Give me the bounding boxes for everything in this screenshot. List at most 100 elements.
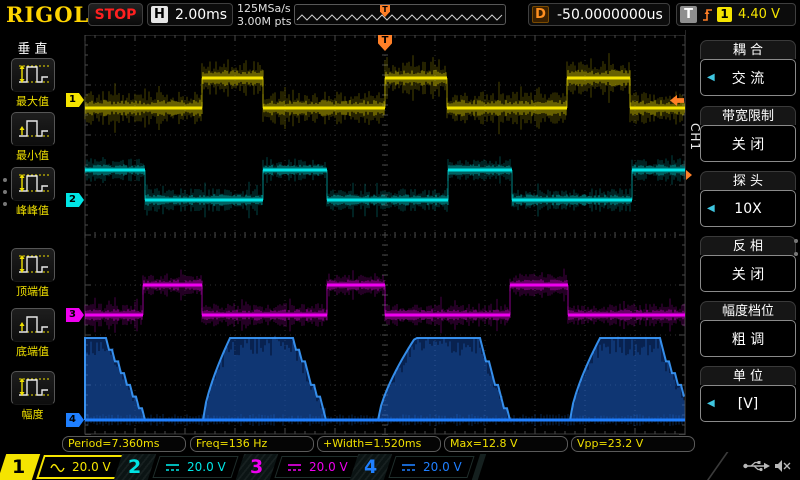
trigger-delay[interactable]: D -50.0000000us (528, 3, 670, 26)
trigger-level-value: 4.40 V (738, 7, 780, 22)
vmax-button[interactable] (11, 58, 55, 92)
channel-1-number[interactable]: 1 (0, 454, 40, 480)
vpp-icon (15, 170, 53, 196)
graticule-display: 1 2 3 4 T (65, 30, 685, 440)
menu-page-dots (3, 170, 7, 214)
vtop-label: 顶端值 (0, 283, 65, 299)
unit-value: [V] (738, 396, 759, 412)
channel-3-scale: 20.0 V (309, 460, 348, 474)
bandwidth-value: 关 闭 (732, 134, 764, 154)
channel-1-scale: 20.0 V (72, 460, 111, 474)
usb-icon (743, 461, 770, 471)
volts-scale-mode-button[interactable]: 粗 调 (700, 320, 796, 357)
acquisition-info: 125MSa/s 3.00M pts (237, 2, 292, 28)
vpp-label: 峰峰值 (0, 202, 65, 218)
invert-button[interactable]: 关 闭 (700, 255, 796, 292)
coupling-value: 交 流 (732, 68, 764, 88)
probe-button[interactable]: ◀ 10X (700, 190, 796, 227)
left-arrow-icon: ◀ (707, 203, 715, 214)
vmin-button[interactable] (11, 112, 55, 146)
channel-4-settings[interactable]: 20.0 V (388, 456, 474, 478)
unit-title: 单 位 (700, 366, 796, 385)
trigger-icon: T (680, 6, 697, 23)
vbase-button[interactable] (11, 308, 55, 342)
vmax-icon (15, 61, 53, 87)
channel-3-status[interactable]: 3 20.0 V (240, 454, 368, 480)
menu-group-probe: 探 头 ◀ 10X (700, 171, 796, 227)
channel-4-status[interactable]: 4 20.0 V (354, 454, 482, 480)
left-arrow-icon: ◀ (707, 398, 715, 409)
vamp-button[interactable] (11, 371, 55, 405)
channel-2-scale: 20.0 V (187, 460, 226, 474)
measure-group-vbase: 底端值 (0, 308, 65, 359)
channel-3-settings[interactable]: 20.0 V (274, 456, 360, 478)
invert-title: 反 相 (700, 236, 796, 255)
measurement-pwidth[interactable]: +Width=1.520ms (317, 436, 441, 452)
horizontal-timebase[interactable]: H 2.00ms (147, 3, 233, 26)
channel-4-number[interactable]: 4 (350, 454, 392, 480)
channel-3-number[interactable]: 3 (236, 454, 278, 480)
vtop-button[interactable] (11, 248, 55, 282)
vamp-label: 幅度 (0, 406, 65, 422)
dc-coupling-icon (287, 462, 302, 473)
menu-group-unit: 单 位 ◀ [V] (700, 366, 796, 422)
probe-value: 10X (734, 201, 761, 217)
waveform-plot (65, 35, 685, 435)
dc-coupling-icon (401, 462, 416, 473)
bandwidth-title: 带宽限制 (700, 106, 796, 125)
left-arrow-icon: ◀ (707, 72, 715, 83)
measure-group-vmin: 最小值 (0, 112, 65, 163)
top-status-bar: RIGOL STOP H 2.00ms 125MSa/s 3.00M pts T… (0, 0, 800, 31)
waveform-memory-strip[interactable]: T (294, 4, 506, 25)
channel-1-settings[interactable]: 20.0 V (36, 455, 125, 479)
vmin-icon (15, 115, 53, 141)
measurement-max[interactable]: Max=12.8 V (444, 436, 568, 452)
measure-group-vpp: 峰峰值 (0, 167, 65, 218)
channel-2-settings[interactable]: 20.0 V (152, 456, 238, 478)
unit-button[interactable]: ◀ [V] (700, 385, 796, 422)
vbase-icon (15, 311, 53, 337)
measurement-period[interactable]: Period=7.360ms (62, 436, 186, 452)
coupling-title: 耦 合 (700, 40, 796, 59)
menu-group-coupling: 耦 合 ◀ 交 流 (700, 40, 796, 96)
sample-rate: 125MSa/s (237, 2, 292, 15)
dc-coupling-icon (165, 462, 180, 473)
invert-value: 关 闭 (732, 264, 764, 284)
corner-divider (705, 452, 738, 480)
measurement-freq[interactable]: Freq=136 Hz (190, 436, 314, 452)
measurement-vpp[interactable]: Vpp=23.2 V (571, 436, 695, 452)
timebase-value: 2.00ms (175, 7, 227, 23)
ac-coupling-icon (50, 462, 65, 473)
probe-title: 探 头 (700, 171, 796, 190)
measure-group-vmax: 最大值 (0, 58, 65, 109)
memory-depth: 3.00M pts (237, 15, 292, 28)
run-state-indicator[interactable]: STOP (88, 3, 143, 26)
channel-2-status[interactable]: 2 20.0 V (118, 454, 246, 480)
vpp-button[interactable] (11, 167, 55, 201)
delay-icon: D (532, 6, 549, 23)
coupling-button[interactable]: ◀ 交 流 (700, 59, 796, 96)
volts-scale-mode-value: 粗 调 (732, 329, 764, 349)
menu-group-volts-scale-mode: 幅度档位 粗 调 (700, 301, 796, 357)
channel-1-status[interactable]: 1 20.0 V (2, 454, 132, 480)
channel-tab-arrow-icon (686, 170, 692, 180)
bandwidth-button[interactable]: 关 闭 (700, 125, 796, 162)
memory-waveform-icon (295, 5, 505, 24)
right-channel-menu: CH1 耦 合 ◀ 交 流 带宽限制 关 闭 探 头 ◀ 10X 反 相 关 (685, 30, 800, 435)
menu-page-dots (794, 230, 798, 265)
speaker-muted-icon (775, 460, 790, 472)
vbase-label: 底端值 (0, 343, 65, 359)
delay-value: -50.0000000us (557, 7, 663, 23)
measurement-bar: Period=7.360ms Freq=136 Hz +Width=1.520m… (0, 436, 800, 453)
menu-group-invert: 反 相 关 闭 (700, 236, 796, 292)
trigger-status[interactable]: T 1 4.40 V (676, 3, 796, 26)
channel-2-number[interactable]: 2 (114, 454, 156, 480)
volts-scale-mode-title: 幅度档位 (700, 301, 796, 320)
channel-status-bar: 1 20.0 V 2 20.0 V 3 (0, 454, 800, 480)
trigger-source-badge: 1 (717, 7, 732, 22)
vtop-icon (15, 251, 53, 277)
left-measure-menu: 垂 直 (0, 30, 65, 435)
channel-4-scale: 20.0 V (423, 460, 462, 474)
brand-logo: RIGOL (6, 2, 89, 27)
oscilloscope-screen: RIGOL STOP H 2.00ms 125MSa/s 3.00M pts T… (0, 0, 800, 480)
